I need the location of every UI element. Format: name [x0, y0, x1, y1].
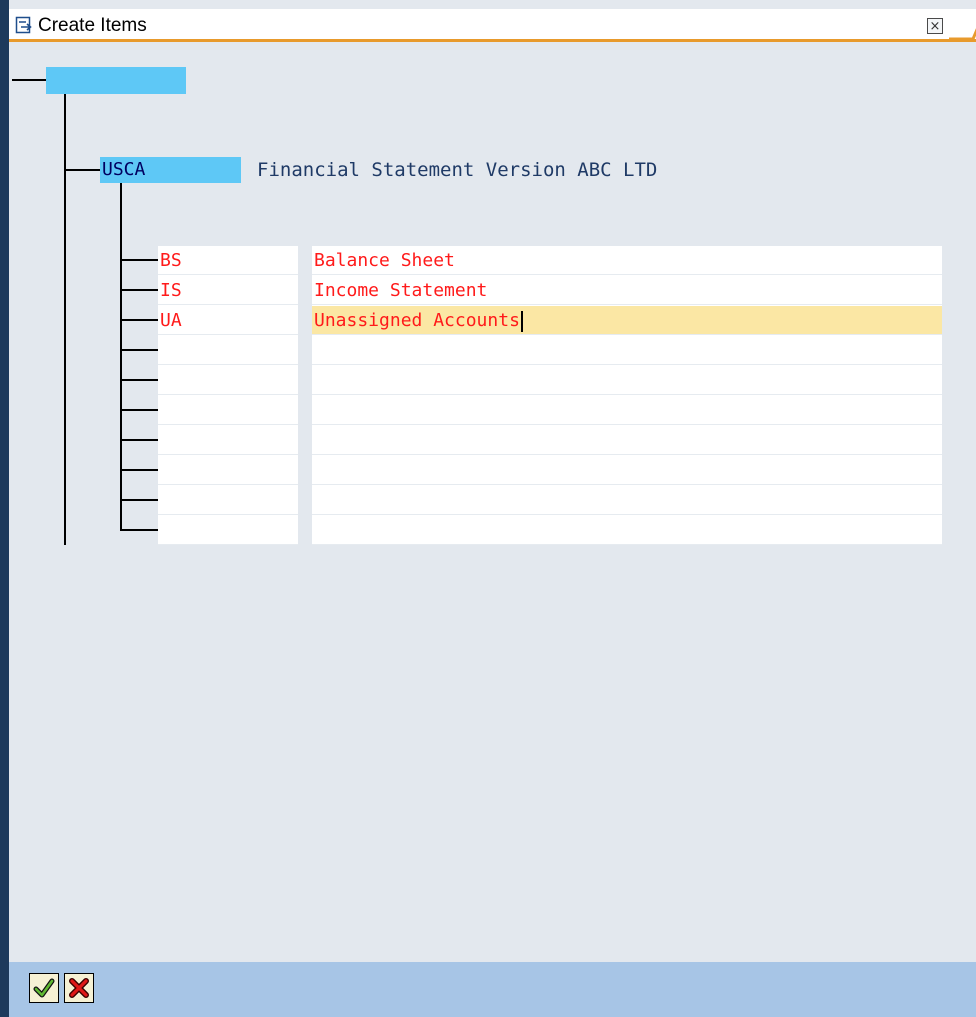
tree-branch — [120, 469, 158, 471]
cancel-button[interactable] — [64, 973, 94, 1003]
tree-branch — [120, 379, 158, 381]
active-field-text: Unassigned Accounts — [314, 310, 520, 331]
item-code-field[interactable] — [158, 516, 298, 545]
checkmark-icon — [33, 978, 55, 998]
item-code-field[interactable] — [158, 396, 298, 425]
create-document-icon — [15, 16, 32, 34]
tree-branch — [120, 349, 158, 351]
tree-root-node[interactable] — [46, 67, 186, 94]
confirm-button[interactable] — [29, 973, 59, 1003]
tree-branch — [120, 439, 158, 441]
item-code-field[interactable] — [158, 486, 298, 515]
fsv-key[interactable]: USCA — [100, 157, 241, 183]
item-code-field[interactable] — [158, 456, 298, 485]
text-cursor — [520, 310, 523, 332]
item-description-field[interactable]: Income Statement — [312, 276, 942, 305]
item-code-field[interactable] — [158, 426, 298, 455]
create-items-dialog: Create Items × USCA Financial Statement … — [0, 0, 976, 1017]
cancel-x-icon — [69, 978, 89, 998]
item-description-field-active[interactable]: Unassigned Accounts — [312, 306, 942, 335]
item-description-field[interactable] — [312, 516, 942, 545]
item-description-field[interactable] — [312, 426, 942, 455]
title-bar-corner-decoration — [949, 28, 976, 41]
dialog-title: Create Items — [38, 15, 147, 36]
close-glyph: × — [929, 18, 941, 34]
tree-connector-root — [12, 79, 46, 81]
item-code-field[interactable] — [158, 336, 298, 365]
item-description-field[interactable]: Balance Sheet — [312, 246, 942, 275]
item-code-field[interactable]: IS — [158, 276, 298, 305]
item-code-field[interactable]: UA — [158, 306, 298, 335]
tree-connector-level1 — [64, 94, 66, 545]
close-icon[interactable]: × — [927, 18, 943, 34]
item-code-field[interactable]: BS — [158, 246, 298, 275]
item-description-field[interactable] — [312, 486, 942, 515]
item-description-field[interactable] — [312, 366, 942, 395]
item-description-field[interactable] — [312, 456, 942, 485]
tree-branch — [120, 289, 158, 291]
item-code-field[interactable] — [158, 366, 298, 395]
footer-toolbar — [9, 962, 976, 1017]
tree-connector-level2 — [120, 183, 122, 529]
tree-connector-fsv — [64, 169, 100, 171]
tree-branch — [120, 499, 158, 501]
fsv-description: Financial Statement Version ABC LTD — [257, 159, 658, 181]
tree-branch — [120, 259, 158, 261]
tree-branch — [120, 319, 158, 321]
tree-branch — [120, 409, 158, 411]
title-bar: Create Items × — [9, 9, 976, 42]
item-description-field[interactable] — [312, 396, 942, 425]
window-frame-stripe — [0, 0, 9, 1017]
tree-branch — [120, 529, 158, 531]
item-description-field[interactable] — [312, 336, 942, 365]
